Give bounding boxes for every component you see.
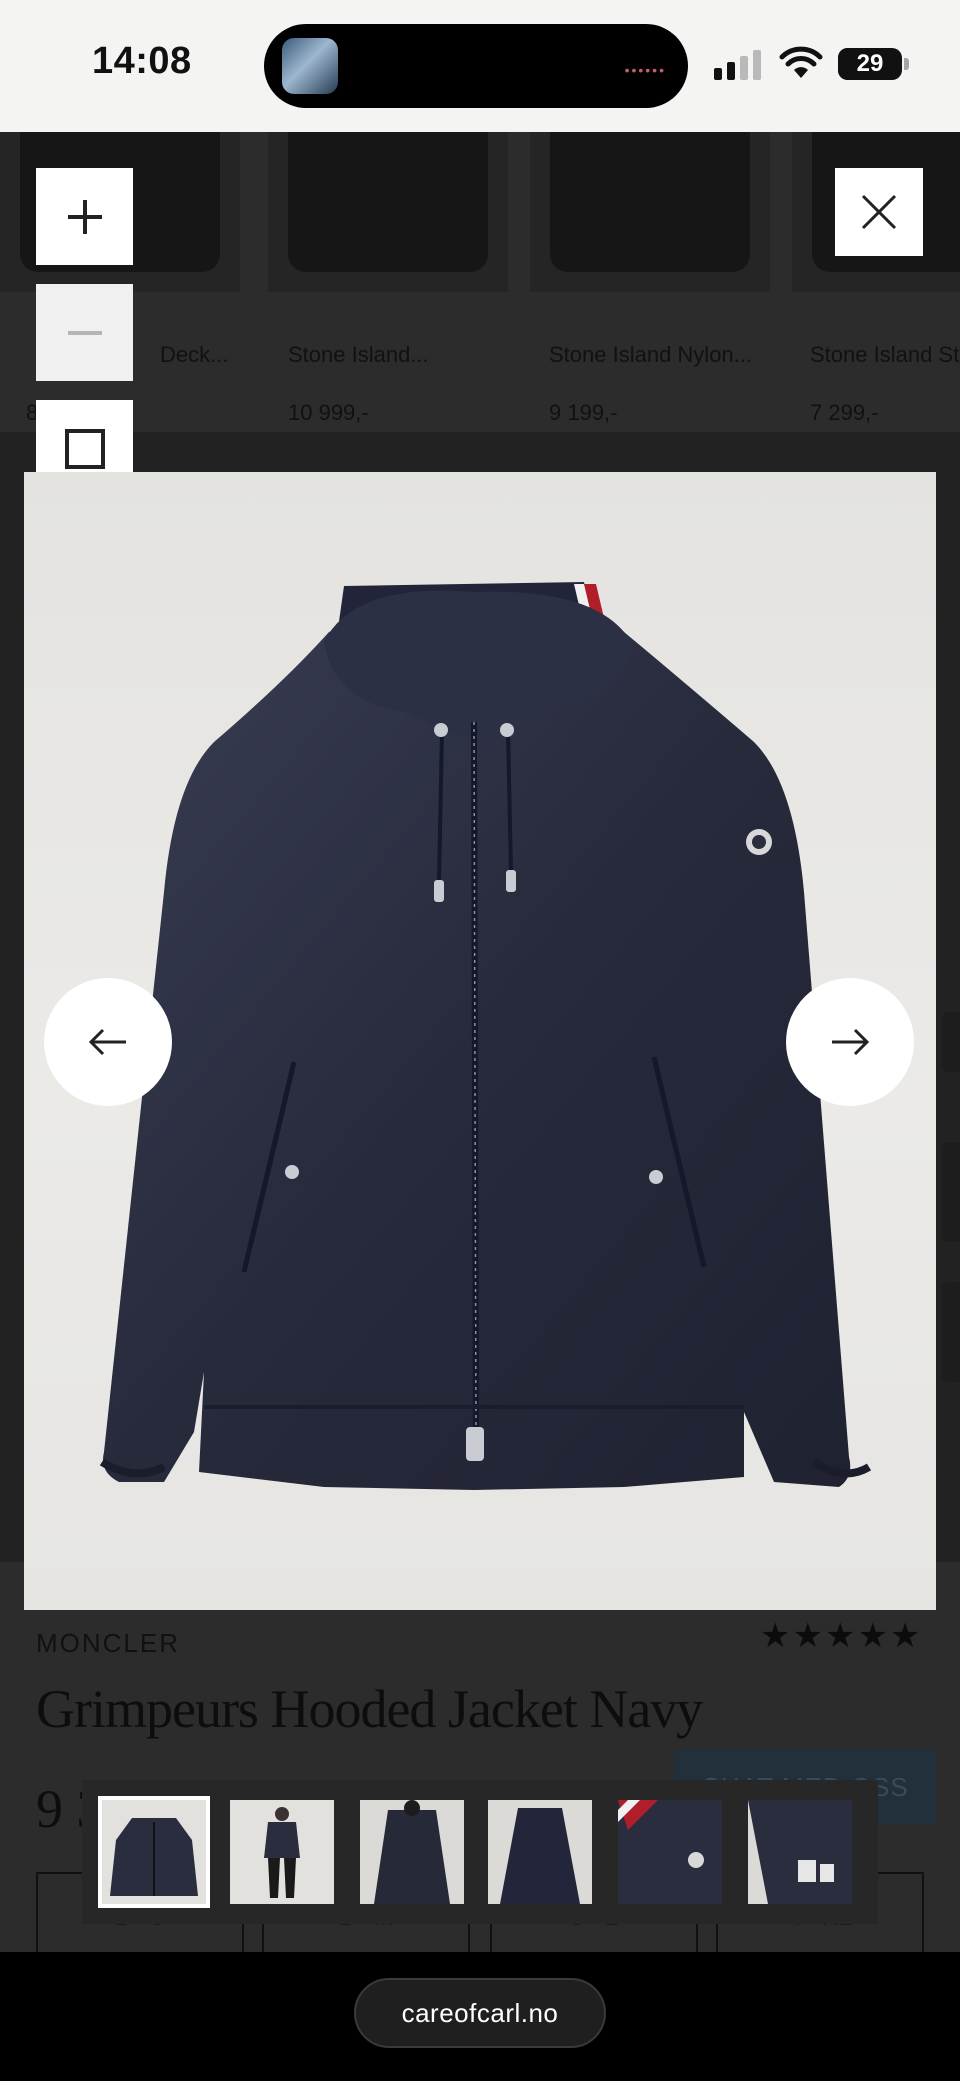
arrow-right-icon bbox=[832, 1028, 870, 1056]
recommendation-image bbox=[268, 132, 508, 292]
status-bar: 14:08 •••••• 29 bbox=[0, 0, 960, 132]
recommendation-name: Stone Island... bbox=[288, 342, 429, 367]
battery-tip bbox=[904, 58, 909, 70]
thumbnail-2[interactable] bbox=[230, 1800, 334, 1904]
zoom-in-button[interactable] bbox=[36, 168, 133, 265]
background-element bbox=[942, 1142, 960, 1242]
plus-icon bbox=[67, 199, 102, 234]
recommendation-price: 10 999,- bbox=[288, 400, 369, 425]
browser-bottom-bar: careofcarl.no bbox=[0, 1952, 960, 2081]
cellular-signal-icon bbox=[714, 50, 761, 80]
close-button[interactable] bbox=[835, 168, 923, 256]
close-icon bbox=[861, 194, 897, 230]
audio-indicator-icon: •••••• bbox=[624, 62, 666, 78]
arrow-left-icon bbox=[88, 1028, 126, 1056]
thumbnail-1[interactable] bbox=[98, 1796, 210, 1908]
wifi-icon bbox=[779, 46, 823, 78]
background-element bbox=[942, 1012, 960, 1072]
brand-name: MONCLER bbox=[36, 1628, 181, 1658]
thumbnail-5[interactable] bbox=[618, 1800, 722, 1904]
previous-image-button[interactable] bbox=[44, 978, 172, 1106]
square-icon bbox=[64, 428, 105, 469]
recommendation-image bbox=[530, 132, 770, 292]
recommendation-name: Stone Island Nylon... bbox=[549, 342, 753, 367]
recommendation-price: 7 299,- bbox=[810, 400, 879, 425]
clock-time: 14:08 bbox=[92, 40, 192, 82]
next-image-button[interactable] bbox=[786, 978, 914, 1106]
minus-icon bbox=[67, 330, 102, 335]
thumbnail-3[interactable] bbox=[360, 1800, 464, 1904]
now-playing-artwork bbox=[282, 38, 338, 94]
recommendation-name: Stone Island St bbox=[810, 342, 960, 367]
battery-icon: 29 bbox=[838, 48, 902, 80]
thumbnail-4[interactable] bbox=[488, 1800, 592, 1904]
product-title: Grimpeurs Hooded Jacket Navy bbox=[36, 1679, 703, 1739]
thumbnail-strip bbox=[82, 1780, 878, 1924]
recommendation-price: 9 199,- bbox=[549, 400, 618, 425]
battery-percentage: 29 bbox=[856, 50, 884, 77]
thumbnail-6[interactable] bbox=[748, 1800, 852, 1904]
background-element bbox=[942, 1282, 960, 1382]
url-bar[interactable]: careofcarl.no bbox=[354, 1978, 606, 2048]
screen: { "status_bar": { "time": "14:08", "batt… bbox=[0, 0, 960, 2081]
recommendation-name: Deck... bbox=[160, 342, 229, 367]
rating-stars: ★★★★★ bbox=[760, 1617, 923, 1655]
dynamic-island: •••••• bbox=[264, 24, 688, 108]
zoom-out-button[interactable] bbox=[36, 284, 133, 381]
